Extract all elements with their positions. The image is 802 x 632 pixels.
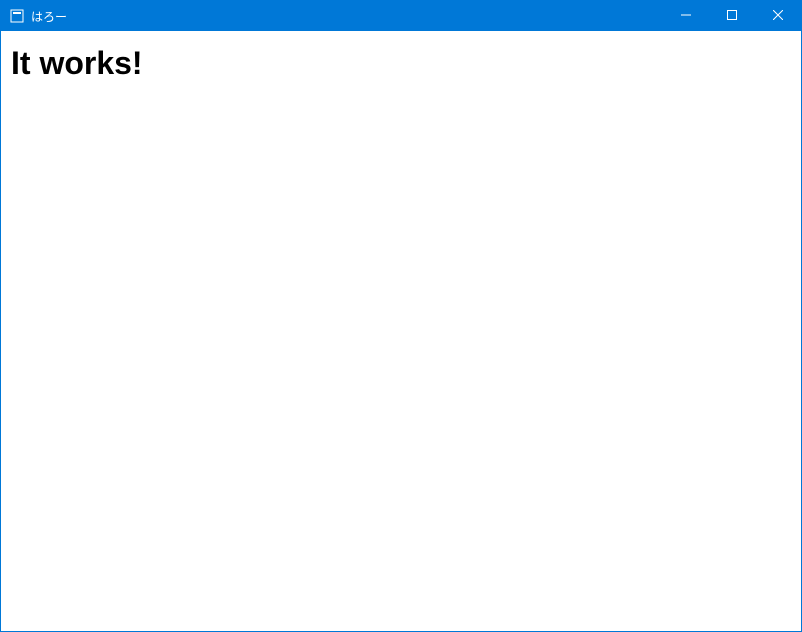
app-icon bbox=[9, 8, 25, 24]
window-title: はろー bbox=[31, 8, 67, 25]
page-heading: It works! bbox=[11, 45, 791, 82]
maximize-icon bbox=[727, 7, 737, 25]
close-icon bbox=[773, 7, 783, 25]
titlebar[interactable]: はろー bbox=[1, 1, 801, 31]
window-controls bbox=[663, 1, 801, 31]
maximize-button[interactable] bbox=[709, 1, 755, 31]
close-button[interactable] bbox=[755, 1, 801, 31]
content-area: It works! bbox=[1, 31, 801, 631]
app-window: はろー It wo bbox=[0, 0, 802, 632]
minimize-icon bbox=[681, 7, 691, 25]
minimize-button[interactable] bbox=[663, 1, 709, 31]
titlebar-left: はろー bbox=[1, 8, 67, 25]
